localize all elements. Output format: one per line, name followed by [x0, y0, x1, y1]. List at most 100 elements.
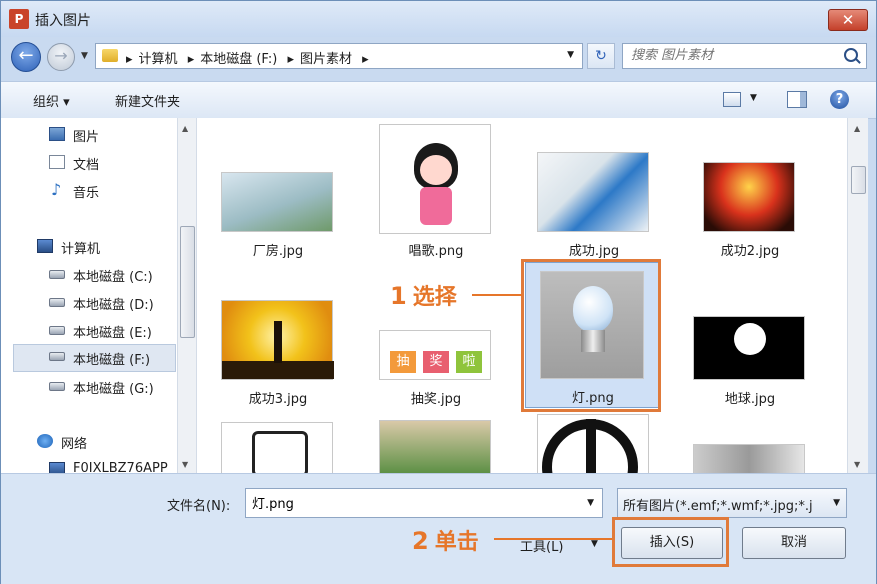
breadcrumb-computer[interactable]: 计算机 — [139, 52, 178, 67]
preview-pane-icon[interactable] — [787, 91, 807, 108]
organize-button[interactable]: 组织 ▾ — [33, 91, 70, 110]
navigation-bar: ← → ▼ ▸ 计算机 ▸ 本地磁盘 (F:) ▸ 图片素材 ▸ ▼ ↻ — [1, 37, 876, 75]
thumbnail-text: 抽 — [390, 351, 416, 373]
filename-label: 文件名(N): — [167, 499, 231, 514]
breadcrumb-picture-folder[interactable]: 图片素材 — [300, 52, 352, 67]
step-number: 1 — [390, 282, 407, 310]
address-bar[interactable]: ▸ 计算机 ▸ 本地磁盘 (F:) ▸ 图片素材 ▸ ▼ — [95, 43, 583, 69]
picture-icon — [49, 127, 65, 141]
insert-highlight-box — [612, 517, 729, 567]
sidebar-item-label: 本地磁盘 (E:) — [73, 326, 152, 341]
breadcrumb-separator-icon[interactable]: ▸ — [188, 52, 195, 67]
network-icon — [37, 434, 53, 448]
forward-arrow-icon[interactable]: → — [47, 43, 75, 71]
sidebar-item-label: 网络 — [61, 437, 88, 452]
change-view-icon[interactable] — [723, 92, 741, 107]
view-options-dropdown-icon[interactable]: ▼ — [750, 93, 757, 103]
file-item-success3[interactable]: 成功3.jpg — [213, 266, 343, 416]
sidebar-item-drive-g[interactable]: 本地磁盘 (G:) — [49, 375, 174, 399]
sidebar-item-drive-e[interactable]: 本地磁盘 (E:) — [49, 319, 174, 343]
sidebar-scrollbar[interactable]: ▲ ▼ — [177, 118, 196, 473]
file-list-scrollbar[interactable]: ▲ ▼ — [847, 118, 868, 473]
file-item-partial[interactable] — [685, 414, 815, 473]
sidebar-item-documents[interactable]: 文档 — [49, 151, 169, 175]
file-item-partial[interactable] — [371, 414, 501, 473]
computer-icon — [37, 239, 53, 253]
recent-pages-dropdown-icon[interactable]: ▼ — [81, 51, 88, 61]
music-icon — [49, 180, 65, 199]
sidebar-item-label: 音乐 — [73, 186, 100, 201]
step-1-pointer-line — [472, 294, 522, 296]
breadcrumb-separator-icon[interactable]: ▸ — [287, 52, 294, 67]
chevron-down-icon[interactable]: ▼ — [830, 498, 840, 508]
file-item-singing[interactable]: 唱歌.png — [371, 118, 501, 268]
breadcrumb-separator-icon[interactable]: ▸ — [126, 52, 133, 67]
sidebar-item-label: F0IXLBZ76APP — [73, 461, 168, 473]
file-thumbnail — [221, 422, 333, 473]
sidebar-item-label: 本地磁盘 (F:) — [73, 353, 151, 368]
command-toolbar: 组织 ▾ 新建文件夹 ▼ ? — [1, 81, 876, 119]
scroll-down-icon[interactable]: ▼ — [854, 460, 860, 469]
new-folder-button[interactable]: 新建文件夹 — [115, 91, 180, 110]
step-2-annotation: 2 单击 — [412, 524, 479, 556]
file-name: 地球.jpg — [724, 392, 776, 407]
close-button[interactable]: ✕ — [828, 9, 868, 31]
search-input[interactable] — [629, 47, 833, 64]
sidebar-item-drive-d[interactable]: 本地磁盘 (D:) — [49, 291, 174, 315]
file-type-value: 所有图片(*.emf;*.wmf;*.jpg;*.j — [623, 499, 813, 514]
breadcrumb-separator-icon[interactable]: ▸ — [362, 52, 369, 67]
file-list-scroll-thumb[interactable] — [851, 166, 866, 194]
address-dropdown-icon[interactable]: ▼ — [567, 50, 574, 60]
drive-icon — [49, 352, 65, 361]
scroll-down-icon[interactable]: ▼ — [182, 460, 188, 469]
drive-icon — [49, 298, 65, 307]
file-thumbnail — [221, 300, 334, 380]
drive-icon — [49, 382, 65, 391]
sidebar-item-label: 本地磁盘 (C:) — [73, 270, 153, 285]
filename-field[interactable] — [250, 494, 574, 511]
step-text: 单击 — [434, 530, 479, 555]
selection-highlight-box — [521, 259, 661, 412]
search-icon[interactable] — [844, 48, 858, 62]
sidebar-item-network-computer[interactable]: F0IXLBZ76APP — [49, 458, 179, 473]
back-arrow-icon[interactable]: ← — [11, 42, 41, 72]
cancel-button[interactable]: 取消 — [742, 527, 846, 559]
file-thumbnail — [379, 124, 491, 234]
file-item-factory[interactable]: 厂房.jpg — [213, 118, 343, 268]
file-thumbnail — [703, 162, 795, 232]
thumbnail-text: 啦 — [456, 351, 482, 373]
file-type-select[interactable]: 所有图片(*.emf;*.wmf;*.jpg;*.j ▼ — [617, 488, 847, 518]
thumbnail-text: 奖 — [423, 351, 449, 373]
search-box[interactable] — [622, 43, 867, 69]
sidebar-item-drive-f[interactable]: 本地磁盘 (F:) — [13, 344, 176, 372]
file-item-partial[interactable] — [529, 414, 659, 473]
refresh-button[interactable]: ↻ — [587, 43, 615, 69]
computer-icon — [49, 462, 65, 473]
step-text: 选择 — [412, 285, 457, 310]
sidebar-item-label: 计算机 — [61, 242, 101, 257]
sidebar-item-pictures[interactable]: 图片 — [49, 123, 169, 147]
sidebar-scroll-thumb[interactable] — [180, 226, 195, 338]
file-item-earth[interactable]: 地球.jpg — [685, 266, 815, 416]
tools-dropdown-icon[interactable]: ▼ — [591, 539, 598, 549]
scroll-up-icon[interactable]: ▲ — [854, 124, 860, 133]
help-icon[interactable]: ? — [830, 90, 849, 109]
file-thumbnail — [693, 316, 805, 380]
file-item-partial[interactable] — [213, 414, 343, 473]
file-name: 唱歌.png — [408, 244, 464, 259]
scroll-up-icon[interactable]: ▲ — [182, 124, 188, 133]
sidebar-item-music[interactable]: 音乐 — [49, 179, 169, 203]
chevron-down-icon[interactable]: ▼ — [587, 498, 594, 508]
sidebar-item-label: 本地磁盘 (D:) — [73, 298, 154, 313]
sidebar-item-network[interactable]: 网络 — [37, 430, 167, 454]
file-item-success[interactable]: 成功.jpg — [529, 118, 659, 268]
sidebar-item-drive-c[interactable]: 本地磁盘 (C:) — [49, 263, 174, 287]
sidebar-item-computer[interactable]: 计算机 — [37, 235, 167, 259]
breadcrumb: ▸ 计算机 ▸ 本地磁盘 (F:) ▸ 图片素材 ▸ — [126, 48, 375, 67]
sidebar-item-label: 图片 — [73, 130, 100, 145]
file-name: 成功3.jpg — [248, 392, 308, 407]
file-item-success2[interactable]: 成功2.jpg — [685, 118, 815, 268]
file-name: 抽奖.jpg — [410, 392, 462, 407]
filename-combobox[interactable]: ▼ — [245, 488, 603, 518]
breadcrumb-drive-f[interactable]: 本地磁盘 (F:) — [200, 52, 277, 67]
